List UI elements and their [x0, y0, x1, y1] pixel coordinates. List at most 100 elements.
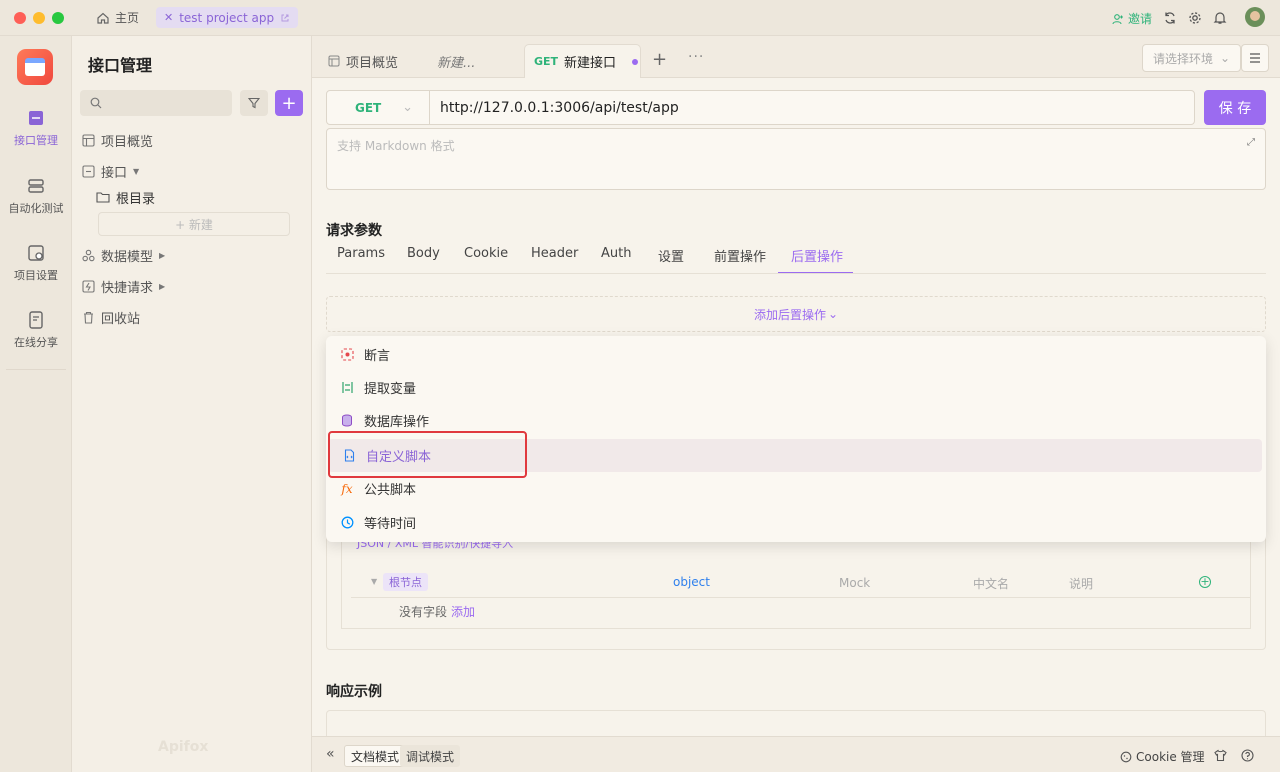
tab-params[interactable]: Params: [337, 246, 385, 261]
description-placeholder: 支持 Markdown 格式: [337, 139, 455, 153]
rail-label: 自动化测试: [8, 202, 64, 215]
tab-body[interactable]: Body: [407, 246, 440, 261]
menu-item-extract-variable[interactable]: 提取变量: [326, 371, 1266, 404]
tree-item-interfaces[interactable]: 接口 ▼: [82, 160, 139, 182]
quick-request-icon: [82, 279, 95, 293]
assert-icon: [340, 348, 354, 362]
tab-header[interactable]: Header: [531, 246, 578, 261]
tab-label: 新建...: [437, 55, 476, 71]
menu-item-label: 断言: [364, 349, 391, 364]
expand-icon[interactable]: ⤢: [1247, 137, 1255, 148]
menu-item-label: 公共脚本: [364, 483, 417, 498]
tab-overview[interactable]: 项目概览: [328, 44, 398, 78]
add-post-operation-button[interactable]: 添加后置操作 ⌄: [326, 296, 1266, 332]
tab-new-draft[interactable]: 新建...: [437, 44, 475, 78]
menu-item-wait-time[interactable]: 等待时间: [326, 506, 1266, 539]
project-tab-label: test project app: [179, 10, 275, 25]
fx-icon: fx: [341, 481, 353, 496]
menu-item-label: 提取变量: [364, 382, 417, 397]
tree-item-root-dir[interactable]: 根目录: [96, 186, 155, 208]
tab-bar: 项目概览 新建... GET 新建接口 + ··· 请选择环境 ⌄: [312, 36, 1280, 78]
tree-item-data-models[interactable]: 数据模型 ▶: [82, 244, 165, 266]
search-input[interactable]: [80, 90, 232, 116]
trash-icon: [84, 311, 93, 324]
tab-new-interface[interactable]: GET 新建接口: [524, 44, 641, 78]
gear-icon[interactable]: [1188, 11, 1202, 25]
overview-icon: [82, 133, 95, 147]
data-model-icon: [82, 249, 95, 261]
doc-mode-button[interactable]: 文档模式: [344, 745, 407, 767]
tab-pre-operations[interactable]: 前置操作: [714, 246, 766, 265]
save-button[interactable]: 保 存: [1204, 90, 1266, 125]
tab-label: 新建接口: [564, 56, 617, 71]
method-select[interactable]: GET ⌄: [326, 90, 430, 125]
help-icon[interactable]: [1241, 749, 1254, 762]
env-placeholder: 请选择环境: [1153, 51, 1214, 66]
tab-method: GET: [534, 55, 559, 68]
tree-item-recycle-bin[interactable]: 回收站: [82, 306, 140, 328]
tab-post-operations[interactable]: 后置操作: [778, 246, 853, 274]
chevron-down-icon: ⌄: [402, 100, 413, 115]
more-tabs-icon[interactable]: ···: [688, 49, 704, 65]
sidebar: 接口管理 + 项目概览 接口 ▼ 根目录 + 新建 数据模型 ▶ 快捷请求 ▶ …: [72, 36, 312, 772]
menu-item-label: 等待时间: [364, 517, 417, 532]
hamburger-icon: [1250, 53, 1260, 63]
shirt-icon[interactable]: [1214, 749, 1227, 762]
method-value: GET: [355, 100, 382, 115]
add-button[interactable]: +: [275, 90, 303, 116]
add-field-link[interactable]: 添加: [451, 603, 475, 620]
rail-item-project-settings[interactable]: 项目设置: [0, 243, 72, 283]
maximize-window-button[interactable]: [52, 12, 64, 24]
filter-button[interactable]: [240, 90, 268, 116]
tree-label: 快捷请求: [101, 280, 154, 296]
root-type[interactable]: object: [673, 575, 710, 589]
add-user-icon: [1112, 13, 1123, 24]
menu-item-assert[interactable]: 断言: [326, 338, 1266, 371]
rail-divider: [6, 369, 66, 370]
tab-label: 项目概览: [346, 55, 399, 71]
collapse-caret-icon[interactable]: ▼: [371, 577, 377, 586]
mock-field[interactable]: Mock: [839, 576, 870, 590]
watermark-logo: Apifox: [158, 739, 209, 755]
cn-name-field[interactable]: 中文名: [973, 575, 1009, 592]
close-window-button[interactable]: [14, 12, 26, 24]
bell-icon[interactable]: [1213, 11, 1227, 25]
tree-item-quick-requests[interactable]: 快捷请求 ▶: [82, 275, 165, 297]
home-tab[interactable]: 主页: [96, 9, 139, 26]
cookie-label: Cookie 管理: [1136, 750, 1205, 764]
external-link-icon[interactable]: [280, 13, 290, 23]
tree-label: 项目概览: [101, 134, 154, 150]
tab-cookie[interactable]: Cookie: [464, 246, 508, 261]
chevron-down-icon: ⌄: [827, 307, 839, 321]
rail-item-automation[interactable]: 自动化测试: [0, 176, 72, 216]
tab-auth[interactable]: Auth: [601, 246, 631, 261]
tab-settings[interactable]: 设置: [658, 246, 684, 265]
rail-item-api-management[interactable]: 接口管理: [0, 108, 72, 148]
add-tab-button[interactable]: +: [652, 49, 667, 70]
collapse-sidebar-icon[interactable]: «: [326, 746, 335, 762]
url-input[interactable]: http://127.0.0.1:3006/api/test/app: [429, 90, 1195, 125]
sync-icon[interactable]: [1163, 11, 1177, 25]
plus-icon: +: [281, 92, 297, 114]
minimize-window-button[interactable]: [33, 12, 45, 24]
new-button[interactable]: + 新建: [98, 212, 290, 236]
description-textarea[interactable]: 支持 Markdown 格式 ⤢: [326, 128, 1266, 190]
add-field-icon[interactable]: +: [1199, 576, 1211, 588]
cookie-manager-button[interactable]: Cookie 管理: [1120, 748, 1205, 765]
avatar[interactable]: [1245, 7, 1265, 27]
invite-label: 邀请: [1128, 12, 1153, 26]
filter-icon: [248, 97, 260, 109]
tree-label: 接口: [101, 165, 128, 181]
rail-item-online-share[interactable]: 在线分享: [0, 310, 72, 350]
folder-icon: [96, 192, 110, 203]
project-tab[interactable]: ✕ test project app: [156, 7, 299, 28]
tree-item-overview[interactable]: 项目概览: [82, 129, 153, 151]
debug-mode-button[interactable]: 调试模式: [400, 745, 461, 767]
environment-select[interactable]: 请选择环境 ⌄: [1142, 44, 1241, 72]
description-field[interactable]: 说明: [1069, 575, 1093, 592]
invite-button[interactable]: 邀请: [1112, 10, 1152, 27]
menu-button[interactable]: [1241, 44, 1269, 72]
cookie-icon: [1120, 751, 1132, 762]
close-tab-icon[interactable]: ✕: [164, 11, 173, 24]
api-icon: [29, 111, 43, 125]
